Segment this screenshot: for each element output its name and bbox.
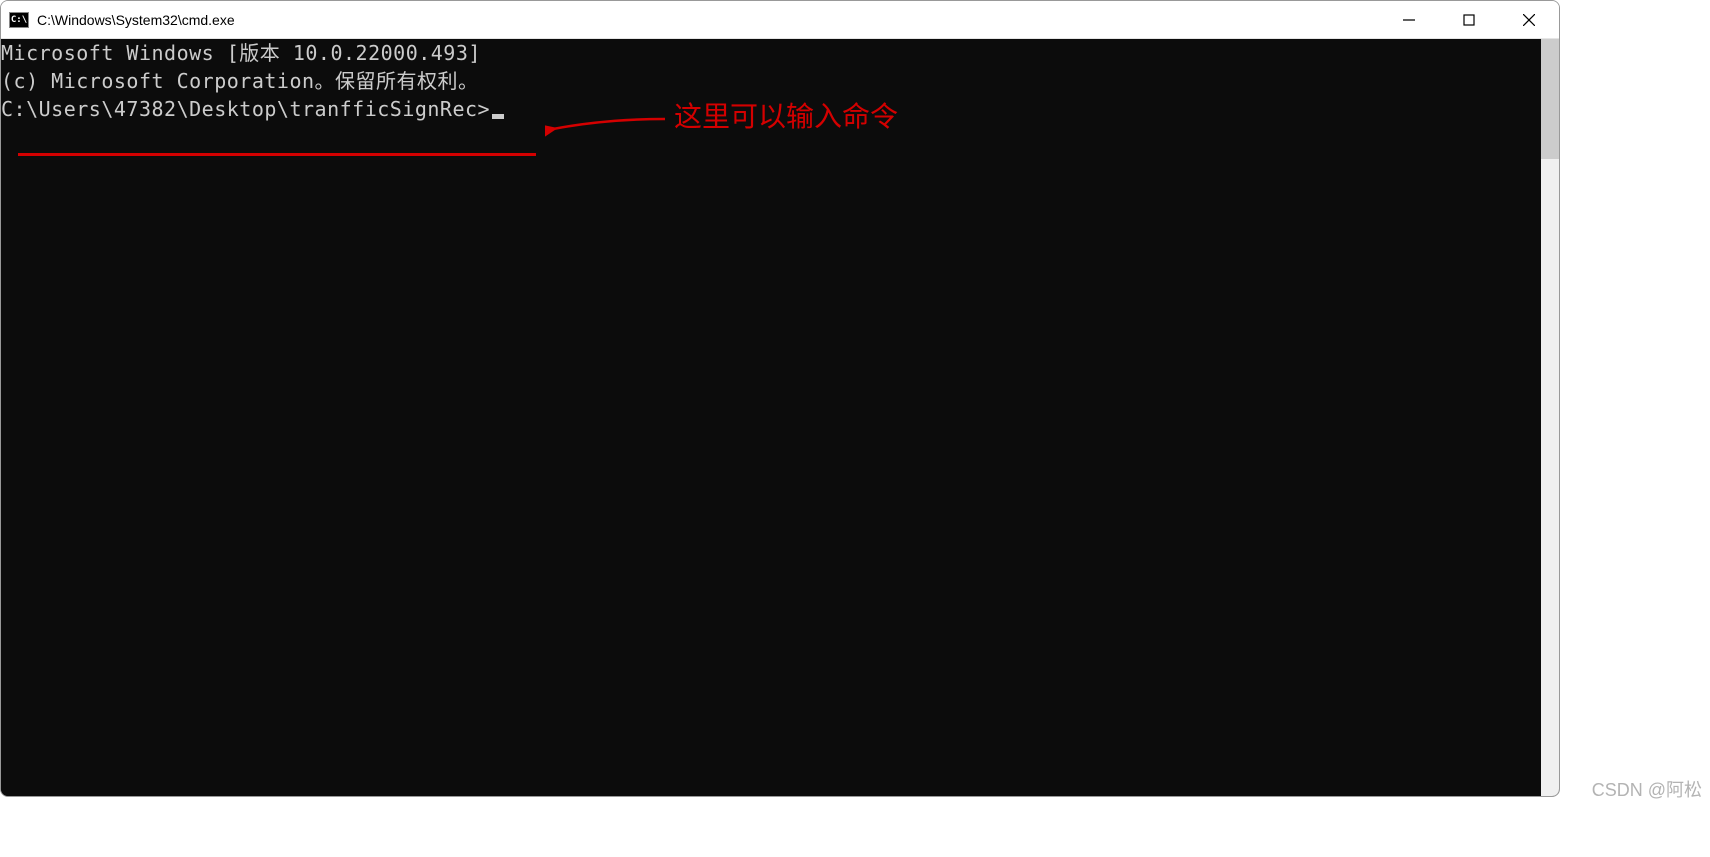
terminal-line-copyright: (c) Microsoft Corporation。保留所有权利。 — [1, 67, 1541, 95]
scrollbar-thumb[interactable] — [1541, 39, 1559, 159]
terminal-output[interactable]: Microsoft Windows [版本 10.0.22000.493](c)… — [1, 39, 1541, 796]
close-icon — [1523, 14, 1535, 26]
maximize-button[interactable] — [1439, 1, 1499, 38]
window-controls — [1379, 1, 1559, 38]
terminal-cursor — [492, 114, 504, 119]
window-title: C:\Windows\System32\cmd.exe — [37, 12, 235, 28]
minimize-icon — [1403, 14, 1415, 26]
maximize-icon — [1463, 14, 1475, 26]
terminal-area: Microsoft Windows [版本 10.0.22000.493](c)… — [1, 39, 1559, 796]
cmd-window: C:\ C:\Windows\System32\cmd.exe Microsof… — [0, 0, 1560, 797]
minimize-button[interactable] — [1379, 1, 1439, 38]
terminal-line-version: Microsoft Windows [版本 10.0.22000.493] — [1, 39, 1541, 67]
terminal-prompt-line[interactable]: C:\Users\47382\Desktop\tranfficSignRec> — [1, 95, 1541, 123]
watermark: CSDN @阿松 — [1592, 776, 1702, 802]
cmd-icon: C:\ — [9, 12, 29, 28]
terminal-prompt: C:\Users\47382\Desktop\tranfficSignRec> — [1, 97, 490, 121]
close-button[interactable] — [1499, 1, 1559, 38]
titlebar[interactable]: C:\ C:\Windows\System32\cmd.exe — [1, 1, 1559, 39]
scrollbar-track[interactable] — [1541, 39, 1559, 796]
